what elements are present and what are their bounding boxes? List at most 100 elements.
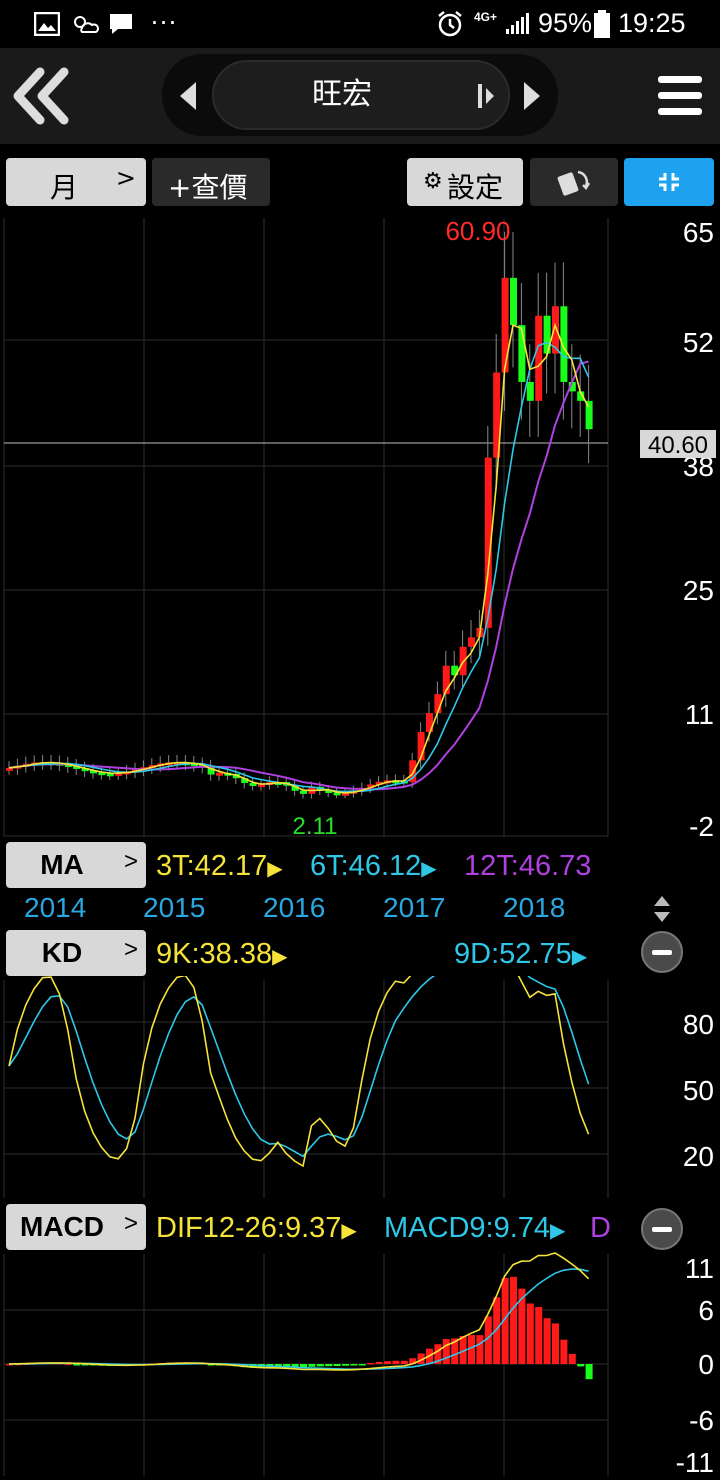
rotate-screen-button[interactable]	[530, 158, 618, 206]
macd-button[interactable]: MACD >	[6, 1204, 146, 1250]
low-price-label: 2.11	[293, 813, 338, 840]
macd-bar	[577, 1364, 585, 1367]
candle	[216, 772, 223, 776]
query-price-button[interactable]: +查價	[152, 158, 270, 206]
ma-button-label: MA	[40, 849, 84, 880]
kd-button-label: KD	[41, 937, 83, 968]
macd-bar	[358, 1364, 366, 1366]
collapse-macd-button[interactable]	[641, 1208, 683, 1250]
collapse-arrows-icon	[659, 173, 679, 191]
ma-button[interactable]: MA >	[6, 842, 146, 888]
menu-icon[interactable]	[658, 72, 702, 120]
macd-bar	[400, 1360, 408, 1364]
candle	[535, 315, 543, 401]
price-grid	[3, 218, 609, 837]
macd-bar	[585, 1364, 593, 1380]
ma3-line	[8, 322, 590, 794]
y-tick-11: 11	[685, 699, 714, 730]
kd-k-value: 9K:38.38▶	[156, 938, 288, 970]
y-tick-52: 52	[683, 327, 714, 358]
status-bar: ··· 4G+ 95% 19:25	[0, 0, 720, 48]
year-axis: 2014 2015 2016 2017 2018	[0, 890, 720, 928]
signal-icon	[506, 13, 529, 34]
kd-button[interactable]: KD >	[6, 930, 146, 976]
next-stock-icon[interactable]	[520, 80, 544, 112]
price-y-axis: 65 52 38 25 11 -2	[683, 217, 714, 842]
kd-d-line	[8, 957, 590, 1158]
macd-bar	[367, 1363, 375, 1365]
candle	[501, 277, 509, 373]
macd-bar	[316, 1364, 324, 1367]
macd-bar	[325, 1364, 333, 1367]
macd-bar	[552, 1323, 559, 1364]
back-double-chevron-icon[interactable]	[10, 66, 72, 126]
drag-handle-icon[interactable]	[476, 80, 498, 112]
year-label: 2017	[383, 892, 446, 923]
ma12-line	[8, 360, 589, 791]
kd-indicator-bar: KD > 9K:38.38▶ 9D:52.75▶	[0, 928, 720, 976]
macd-bar	[560, 1339, 568, 1364]
chevron-right-icon: >	[123, 848, 138, 875]
message-icon	[110, 14, 132, 34]
macd-bar	[392, 1360, 400, 1364]
macd-tick-6: 6	[698, 1295, 714, 1326]
macd-bar	[333, 1364, 341, 1367]
macd-tick-neg6: -6	[689, 1405, 714, 1436]
clock: 19:25	[618, 8, 686, 38]
candle	[510, 277, 517, 326]
gallery-icon	[34, 12, 60, 36]
query-price-label: +查價	[168, 171, 248, 204]
macd-bar	[543, 1318, 551, 1364]
macd-tick-11: 11	[685, 1253, 714, 1284]
macd-bar	[350, 1364, 358, 1366]
more-notifications: ···	[150, 6, 177, 36]
macd-y-axis: 11 6 0 -6 -11	[676, 1253, 714, 1478]
battery-icon	[594, 10, 610, 38]
macd-bar	[375, 1361, 383, 1364]
kd-d-value: 9D:52.75▶	[454, 938, 588, 970]
kd-y-axis: 80 50 20	[683, 1009, 714, 1172]
kd-tick-20: 20	[683, 1141, 714, 1172]
macd-bar	[568, 1354, 576, 1364]
settings-button[interactable]: ⚙ 設定	[407, 158, 523, 206]
fullscreen-button[interactable]	[624, 158, 714, 206]
y-tick-neg2: -2	[689, 811, 714, 842]
resize-panel-icon[interactable]	[652, 894, 672, 924]
macd-indicator-bar: MACD > DIF12-26:9.37▶ MACD9:9.74▶ D	[0, 1202, 720, 1252]
macd-bar	[493, 1297, 501, 1364]
y-tick-25: 25	[683, 575, 714, 606]
macd-bar	[468, 1335, 475, 1364]
y-tick-65: 65	[683, 217, 714, 248]
ma-indicator-bar: MA > 3T:42.17▶ 6T:46.12▶ 12T:46.73	[0, 840, 720, 888]
ma12-value: 12T:46.73	[464, 850, 592, 882]
macd-tick-0: 0	[698, 1349, 714, 1380]
settings-label: 設定	[447, 171, 504, 204]
macd-bar	[308, 1364, 316, 1367]
alarm-icon	[438, 11, 462, 37]
kd-tick-50: 50	[683, 1075, 714, 1106]
rotate-icon	[557, 170, 591, 196]
current-price-tag: 40.60	[648, 432, 708, 459]
battery-percent: 95%	[538, 8, 593, 38]
candle	[468, 637, 475, 647]
macd-osc-value: D	[590, 1212, 611, 1244]
candle	[300, 790, 307, 794]
gear-icon: ⚙	[423, 169, 443, 194]
macd-bar	[510, 1276, 517, 1364]
kd-grid	[3, 980, 609, 1198]
candle	[526, 381, 534, 401]
macd-signal-value: MACD9:9.74▶	[384, 1212, 566, 1244]
macd-tick-neg11: -11	[676, 1447, 714, 1478]
network-type: 4G+	[474, 10, 498, 24]
macd-bar	[535, 1306, 543, 1364]
year-label: 2014	[24, 892, 87, 923]
chevron-right-icon: >	[123, 936, 138, 963]
macd-bar	[476, 1335, 484, 1364]
macd-bar	[342, 1364, 349, 1366]
macd-dif-value: DIF12-26:9.37▶	[156, 1212, 357, 1244]
prev-stock-icon[interactable]	[176, 80, 200, 112]
kd-tick-80: 80	[683, 1009, 714, 1040]
period-selector[interactable]: 月 >	[6, 158, 146, 206]
period-label: 月	[50, 171, 79, 204]
collapse-kd-button[interactable]	[641, 931, 683, 973]
